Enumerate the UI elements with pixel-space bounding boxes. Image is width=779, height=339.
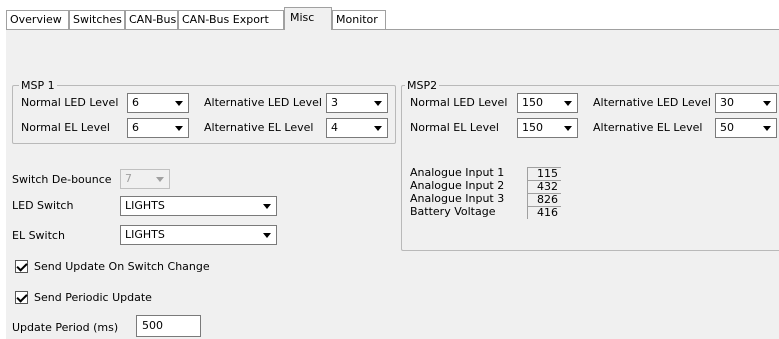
- chevron-down-icon[interactable]: [560, 120, 576, 136]
- send-periodic-label[interactable]: Send Periodic Update: [34, 291, 152, 305]
- msp1-alt-led-label: Alternative LED Level: [204, 96, 322, 109]
- el-switch-label: EL Switch: [12, 229, 65, 242]
- msp2-alt-el-value: 50: [720, 121, 734, 134]
- el-switch-select[interactable]: LIGHTS: [120, 225, 277, 245]
- led-switch-label: LED Switch: [12, 199, 74, 212]
- tab-label: Monitor: [336, 13, 378, 26]
- msp1-alt-el-value: 4: [331, 121, 338, 134]
- battery-voltage-value: 416: [527, 206, 561, 219]
- msp1-group: MSP 1 Normal LED Level 6 Alternative LED…: [12, 79, 396, 144]
- tab-can-bus-export[interactable]: CAN-Bus Export: [178, 10, 284, 29]
- analogue-input-2-value: 432: [527, 180, 561, 193]
- msp1-normal-el-select[interactable]: 6: [127, 118, 189, 138]
- tab-can-bus[interactable]: CAN-Bus: [125, 10, 178, 29]
- chevron-down-icon[interactable]: [259, 198, 275, 214]
- msp1-normal-led-select[interactable]: 6: [127, 93, 189, 113]
- msp2-normal-led-label: Normal LED Level: [410, 96, 508, 109]
- msp1-alt-el-select[interactable]: 4: [326, 118, 388, 138]
- send-periodic-checkbox[interactable]: [15, 291, 28, 304]
- msp1-normal-el-label: Normal EL Level: [21, 121, 110, 134]
- led-switch-value: LIGHTS: [125, 199, 165, 212]
- analogue-input-1-label: Analogue Input 1: [410, 166, 505, 179]
- analogue-input-3-label: Analogue Input 3: [410, 192, 505, 205]
- tab-label: Overview: [10, 13, 62, 26]
- tab-label: CAN-Bus: [129, 13, 177, 26]
- tab-misc[interactable]: Misc: [284, 7, 332, 30]
- tab-label: Switches: [73, 13, 122, 26]
- send-on-change-label[interactable]: Send Update On Switch Change: [34, 260, 210, 274]
- msp1-normal-led-value: 6: [132, 96, 139, 109]
- update-period-label: Update Period (ms): [12, 321, 119, 334]
- msp2-normal-el-value: 150: [522, 121, 543, 134]
- msp1-alt-led-value: 3: [331, 96, 338, 109]
- msp2-title: MSP2: [405, 79, 440, 92]
- tab-label: Misc: [290, 11, 315, 24]
- msp1-alt-led-select[interactable]: 3: [326, 93, 388, 113]
- analogue-input-2-label: Analogue Input 2: [410, 179, 505, 192]
- msp2-group: MSP2 Normal LED Level 150 Alternative LE…: [401, 79, 779, 251]
- send-on-change-checkbox[interactable]: [15, 260, 28, 273]
- chevron-down-icon[interactable]: [759, 120, 775, 136]
- tab-label: CAN-Bus Export: [182, 13, 269, 26]
- update-period-value: 500: [142, 319, 163, 332]
- msp2-normal-el-select[interactable]: 150: [517, 118, 578, 138]
- switch-debounce-select[interactable]: 7: [120, 169, 170, 189]
- msp1-alt-el-label: Alternative EL Level: [204, 121, 314, 134]
- chevron-down-icon[interactable]: [259, 227, 275, 243]
- chevron-down-icon[interactable]: [152, 171, 168, 187]
- switch-debounce-value: 7: [125, 172, 132, 185]
- led-switch-select[interactable]: LIGHTS: [120, 196, 277, 216]
- analogue-input-1-value: 115: [527, 167, 561, 180]
- battery-voltage-label: Battery Voltage: [410, 205, 496, 218]
- msp2-alt-el-label: Alternative EL Level: [593, 121, 703, 134]
- msp2-alt-led-label: Alternative LED Level: [593, 96, 711, 109]
- chevron-down-icon[interactable]: [171, 120, 187, 136]
- msp2-alt-led-value: 30: [720, 96, 734, 109]
- tab-overview[interactable]: Overview: [6, 10, 69, 29]
- chevron-down-icon[interactable]: [759, 95, 775, 111]
- msp1-normal-el-value: 6: [132, 121, 139, 134]
- msp2-normal-led-value: 150: [522, 96, 543, 109]
- chevron-down-icon[interactable]: [171, 95, 187, 111]
- msp1-normal-led-label: Normal LED Level: [21, 96, 119, 109]
- msp2-normal-led-select[interactable]: 150: [517, 93, 578, 113]
- analogue-input-3-value: 826: [527, 193, 561, 206]
- el-switch-value: LIGHTS: [125, 228, 165, 241]
- msp1-title: MSP 1: [19, 79, 57, 92]
- tab-monitor[interactable]: Monitor: [332, 10, 386, 29]
- msp2-alt-led-select[interactable]: 30: [715, 93, 777, 113]
- misc-panel: MSP 1 Normal LED Level 6 Alternative LED…: [6, 29, 779, 339]
- msp2-normal-el-label: Normal EL Level: [410, 121, 499, 134]
- chevron-down-icon[interactable]: [370, 120, 386, 136]
- msp2-alt-el-select[interactable]: 50: [715, 118, 777, 138]
- switch-debounce-label: Switch De-bounce: [12, 173, 112, 186]
- chevron-down-icon[interactable]: [370, 95, 386, 111]
- update-period-input[interactable]: 500: [136, 315, 201, 337]
- chevron-down-icon[interactable]: [560, 95, 576, 111]
- tab-switches[interactable]: Switches: [69, 10, 125, 29]
